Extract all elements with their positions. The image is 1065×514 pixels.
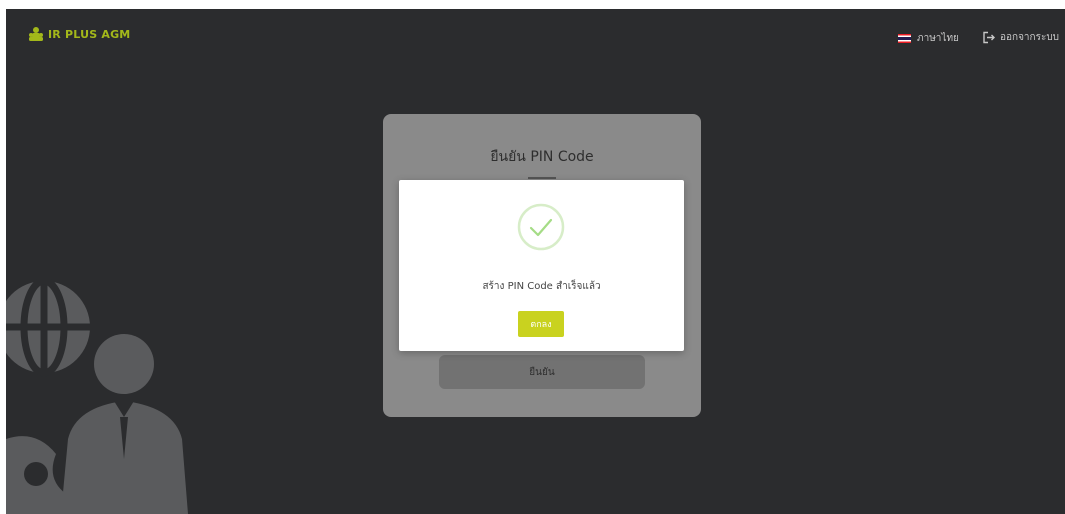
top-header: IR PLUS AGM ภาษาไทย ออกจากระบบ bbox=[6, 9, 1065, 65]
language-switch[interactable]: ภาษาไทย bbox=[898, 31, 959, 46]
people-group-icon bbox=[29, 27, 43, 41]
browser-top-strip bbox=[0, 0, 1065, 9]
app-logo[interactable]: IR PLUS AGM bbox=[28, 26, 130, 42]
sign-out-icon bbox=[983, 31, 995, 44]
businessman-globe-illustration bbox=[6, 279, 188, 514]
check-circle-icon bbox=[517, 203, 565, 251]
success-message: สร้าง PIN Code สำเร็จแล้ว bbox=[482, 281, 601, 292]
success-dialog: สร้าง PIN Code สำเร็จแล้ว ตกลง bbox=[399, 180, 684, 351]
confirm-pin-button[interactable]: ยืนยัน bbox=[439, 355, 645, 389]
logout-label: ออกจากระบบ bbox=[1000, 32, 1060, 43]
language-label: ภาษาไทย bbox=[917, 33, 959, 44]
pin-card-title: ยืนยัน PIN Code bbox=[490, 149, 594, 165]
logout-button[interactable]: ออกจากระบบ bbox=[982, 30, 1059, 45]
logo-text: IR PLUS AGM bbox=[48, 27, 131, 41]
pin-input-underline bbox=[528, 177, 556, 179]
ok-button[interactable]: ตกลง bbox=[518, 311, 564, 337]
thai-flag-icon bbox=[898, 34, 911, 43]
app-screen: IR PLUS AGM ภาษาไทย ออกจากระบบ ยืนยัน PI… bbox=[6, 9, 1065, 514]
